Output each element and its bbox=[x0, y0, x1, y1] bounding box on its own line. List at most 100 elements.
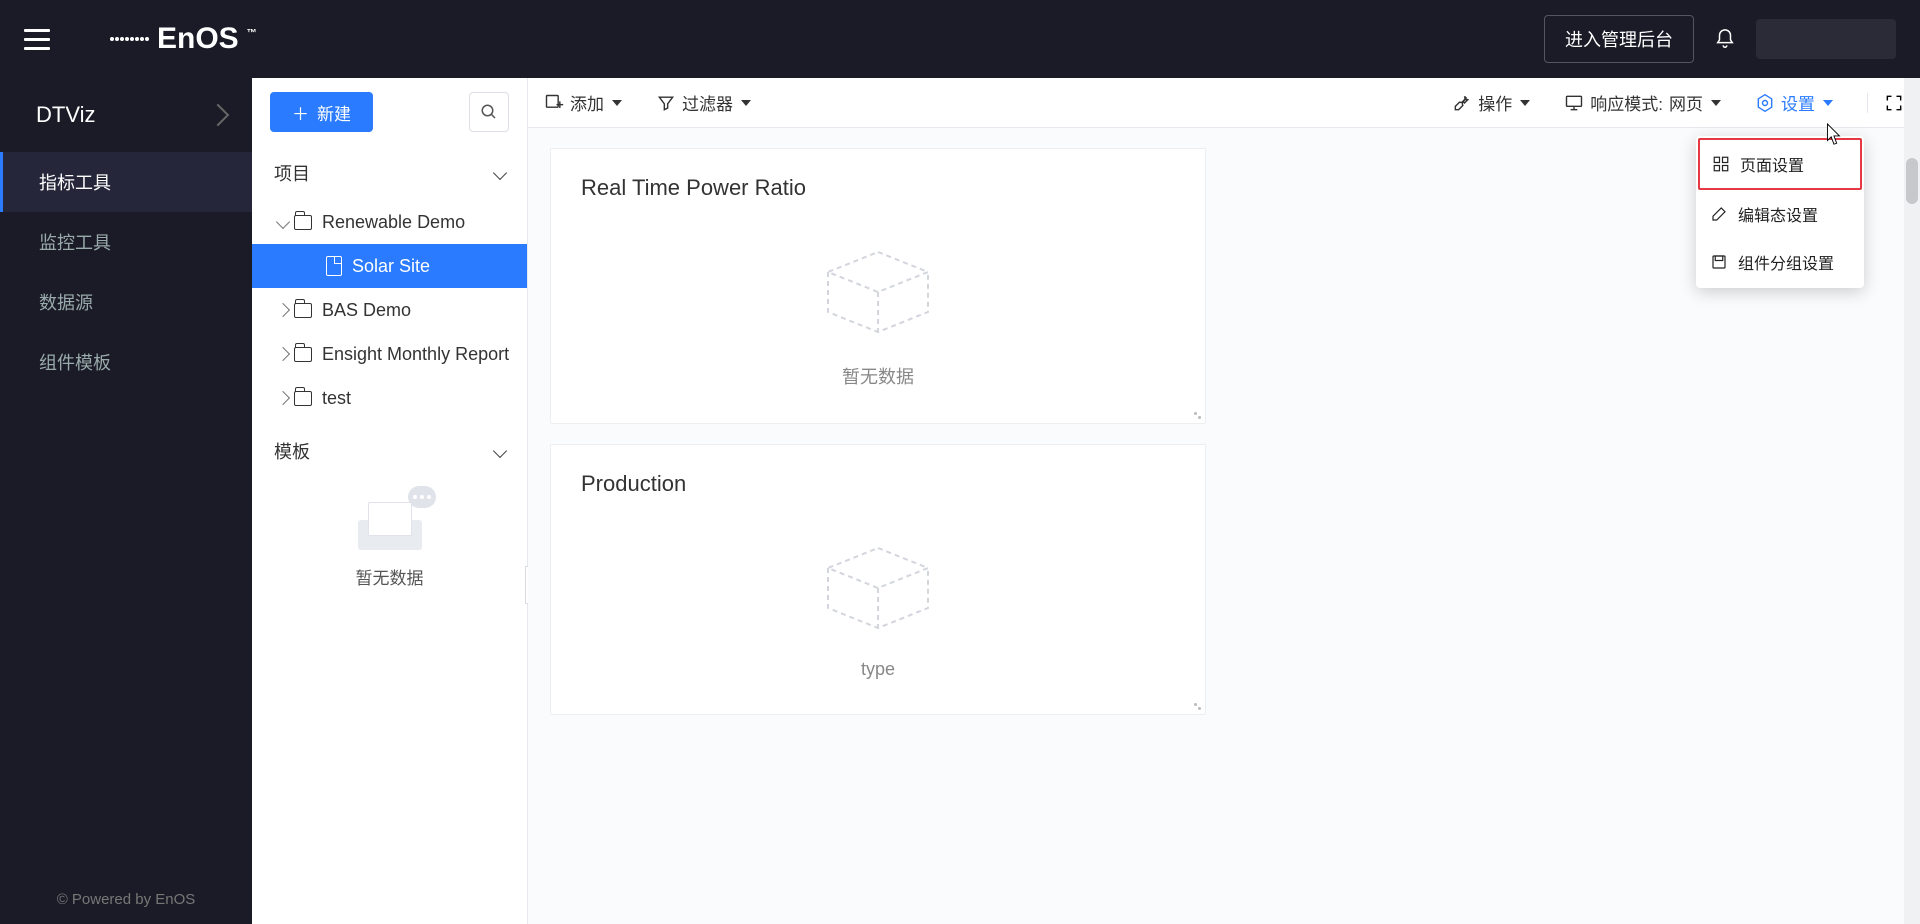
speech-bubble-icon bbox=[408, 486, 436, 508]
resize-handle-icon[interactable] bbox=[1189, 698, 1201, 710]
settings-menu: 页面设置 编辑态设置 组件分组设置 bbox=[1696, 136, 1864, 288]
tree-actions: ＋ 新建 bbox=[252, 78, 527, 146]
templates-section-header[interactable]: 模板 bbox=[252, 424, 527, 478]
card-title: Real Time Power Ratio bbox=[581, 175, 1175, 201]
empty-label: type bbox=[861, 659, 895, 680]
projects-label: 项目 bbox=[274, 160, 310, 186]
folder-icon bbox=[294, 391, 312, 406]
tree-node-label: Renewable Demo bbox=[322, 212, 465, 233]
nav-label: 指标工具 bbox=[39, 169, 111, 195]
tree-node-bas-demo[interactable]: BAS Demo bbox=[252, 288, 527, 332]
menu-item-edit-settings[interactable]: 编辑态设置 bbox=[1698, 190, 1862, 238]
gear-hex-icon bbox=[1755, 93, 1775, 113]
canvas-wrap: 添加 过滤器 操作 响应模式: 网页 bbox=[528, 78, 1920, 924]
settings-dropdown[interactable]: 设置 bbox=[1755, 90, 1833, 115]
filter-dropdown[interactable]: 过滤器 bbox=[656, 90, 751, 115]
topbar-left: EnOS ™ bbox=[24, 22, 257, 56]
tree-node-label: BAS Demo bbox=[322, 300, 411, 321]
add-dropdown[interactable]: 添加 bbox=[544, 90, 622, 115]
module-sidebar: DTViz 指标工具 监控工具 数据源 组件模板 © Powered by En… bbox=[0, 78, 252, 924]
empty-cube-icon bbox=[818, 543, 938, 643]
folder-icon bbox=[294, 303, 312, 318]
chevron-down-icon bbox=[493, 166, 507, 180]
project-tree: Renewable Demo Solar Site BAS Demo Ensig… bbox=[252, 200, 527, 424]
sidebar-footer: © Powered by EnOS bbox=[0, 891, 252, 908]
add-panel-icon bbox=[544, 93, 564, 113]
caret-down-icon bbox=[612, 100, 622, 106]
chevron-right-icon bbox=[207, 104, 230, 127]
projects-section-header[interactable]: 项目 bbox=[252, 146, 527, 200]
empty-state: type bbox=[581, 523, 1175, 688]
responsive-label: 响应模式: bbox=[1590, 90, 1663, 115]
edit-icon bbox=[1710, 205, 1728, 223]
plus-icon: ＋ bbox=[292, 100, 309, 125]
caret-down-icon bbox=[1823, 100, 1833, 106]
operation-dropdown[interactable]: 操作 bbox=[1452, 90, 1530, 115]
nav-item-monitor-tools[interactable]: 监控工具 bbox=[0, 212, 252, 272]
chevron-down-icon bbox=[493, 444, 507, 458]
topbar-search-bar[interactable] bbox=[1756, 19, 1896, 59]
canvas-toolbar: 添加 过滤器 操作 响应模式: 网页 bbox=[528, 78, 1920, 128]
new-button[interactable]: ＋ 新建 bbox=[270, 92, 373, 132]
fullscreen-icon bbox=[1884, 93, 1904, 113]
filter-icon bbox=[656, 93, 676, 113]
logo-dots-icon bbox=[110, 37, 149, 41]
save-icon bbox=[1710, 253, 1728, 271]
menu-label: 组件分组设置 bbox=[1738, 250, 1834, 274]
empty-label: 暂无数据 bbox=[842, 363, 914, 389]
tree-node-ensight-monthly-report[interactable]: Ensight Monthly Report bbox=[252, 332, 527, 376]
twist-closed-icon[interactable] bbox=[276, 347, 290, 361]
main-row: DTViz 指标工具 监控工具 数据源 组件模板 © Powered by En… bbox=[0, 78, 1920, 924]
search-button[interactable] bbox=[469, 92, 509, 132]
responsive-mode-dropdown[interactable]: 响应模式: 网页 bbox=[1564, 90, 1721, 115]
tree-node-solar-site[interactable]: Solar Site bbox=[252, 244, 527, 288]
module-title: DTViz bbox=[36, 102, 96, 128]
enter-admin-button[interactable]: 进入管理后台 bbox=[1544, 15, 1694, 63]
card-power-ratio[interactable]: Real Time Power Ratio 暂无数据 bbox=[550, 148, 1206, 424]
bell-icon[interactable] bbox=[1714, 28, 1736, 50]
nav-item-component-template[interactable]: 组件模板 bbox=[0, 332, 252, 392]
tree-node-renewable-demo[interactable]: Renewable Demo bbox=[252, 200, 527, 244]
caret-down-icon bbox=[1520, 100, 1530, 106]
add-label: 添加 bbox=[570, 90, 604, 115]
responsive-value: 网页 bbox=[1669, 90, 1703, 115]
tree-node-label: Solar Site bbox=[352, 256, 430, 277]
menu-toggle-button[interactable] bbox=[24, 29, 50, 50]
folder-icon bbox=[294, 215, 312, 230]
filter-label: 过滤器 bbox=[682, 90, 733, 115]
fullscreen-button[interactable] bbox=[1867, 93, 1904, 113]
menu-label: 页面设置 bbox=[1740, 152, 1804, 176]
nav-items: 指标工具 监控工具 数据源 组件模板 bbox=[0, 152, 252, 392]
card-production[interactable]: Production type bbox=[550, 444, 1206, 715]
settings-label: 设置 bbox=[1781, 90, 1815, 115]
templates-empty-state: 暂无数据 bbox=[252, 478, 527, 619]
project-tree-panel: ＋ 新建 项目 Renewable Demo Solar Site bbox=[252, 78, 528, 924]
scrollbar-track[interactable] bbox=[1904, 78, 1920, 924]
nav-item-metric-tools[interactable]: 指标工具 bbox=[0, 152, 252, 212]
trademark-icon: ™ bbox=[247, 28, 257, 39]
nav-item-data-source[interactable]: 数据源 bbox=[0, 272, 252, 332]
new-button-label: 新建 bbox=[317, 100, 351, 125]
file-icon bbox=[326, 256, 342, 276]
resize-handle-icon[interactable] bbox=[1189, 407, 1201, 419]
toolbar-right: 操作 响应模式: 网页 设置 bbox=[1452, 90, 1904, 115]
nav-label: 组件模板 bbox=[39, 349, 111, 375]
brand-logo: EnOS ™ bbox=[110, 22, 257, 56]
wrench-icon bbox=[1452, 93, 1472, 113]
tree-node-test[interactable]: test bbox=[252, 376, 527, 420]
twist-closed-icon[interactable] bbox=[276, 303, 290, 317]
inbox-icon bbox=[358, 498, 422, 550]
card-title: Production bbox=[581, 471, 1175, 497]
twist-closed-icon[interactable] bbox=[276, 391, 290, 405]
topbar-right: 进入管理后台 bbox=[1544, 15, 1896, 63]
topbar: EnOS ™ 进入管理后台 bbox=[0, 0, 1920, 78]
grid-icon bbox=[1712, 155, 1730, 173]
menu-label: 编辑态设置 bbox=[1738, 202, 1818, 226]
menu-item-page-settings[interactable]: 页面设置 bbox=[1698, 138, 1862, 190]
scrollbar-thumb[interactable] bbox=[1906, 158, 1918, 204]
module-title-row[interactable]: DTViz bbox=[0, 78, 252, 152]
operation-label: 操作 bbox=[1478, 90, 1512, 115]
twist-open-icon[interactable] bbox=[276, 215, 290, 229]
menu-item-group-settings[interactable]: 组件分组设置 bbox=[1698, 238, 1862, 286]
templates-label: 模板 bbox=[274, 438, 310, 464]
